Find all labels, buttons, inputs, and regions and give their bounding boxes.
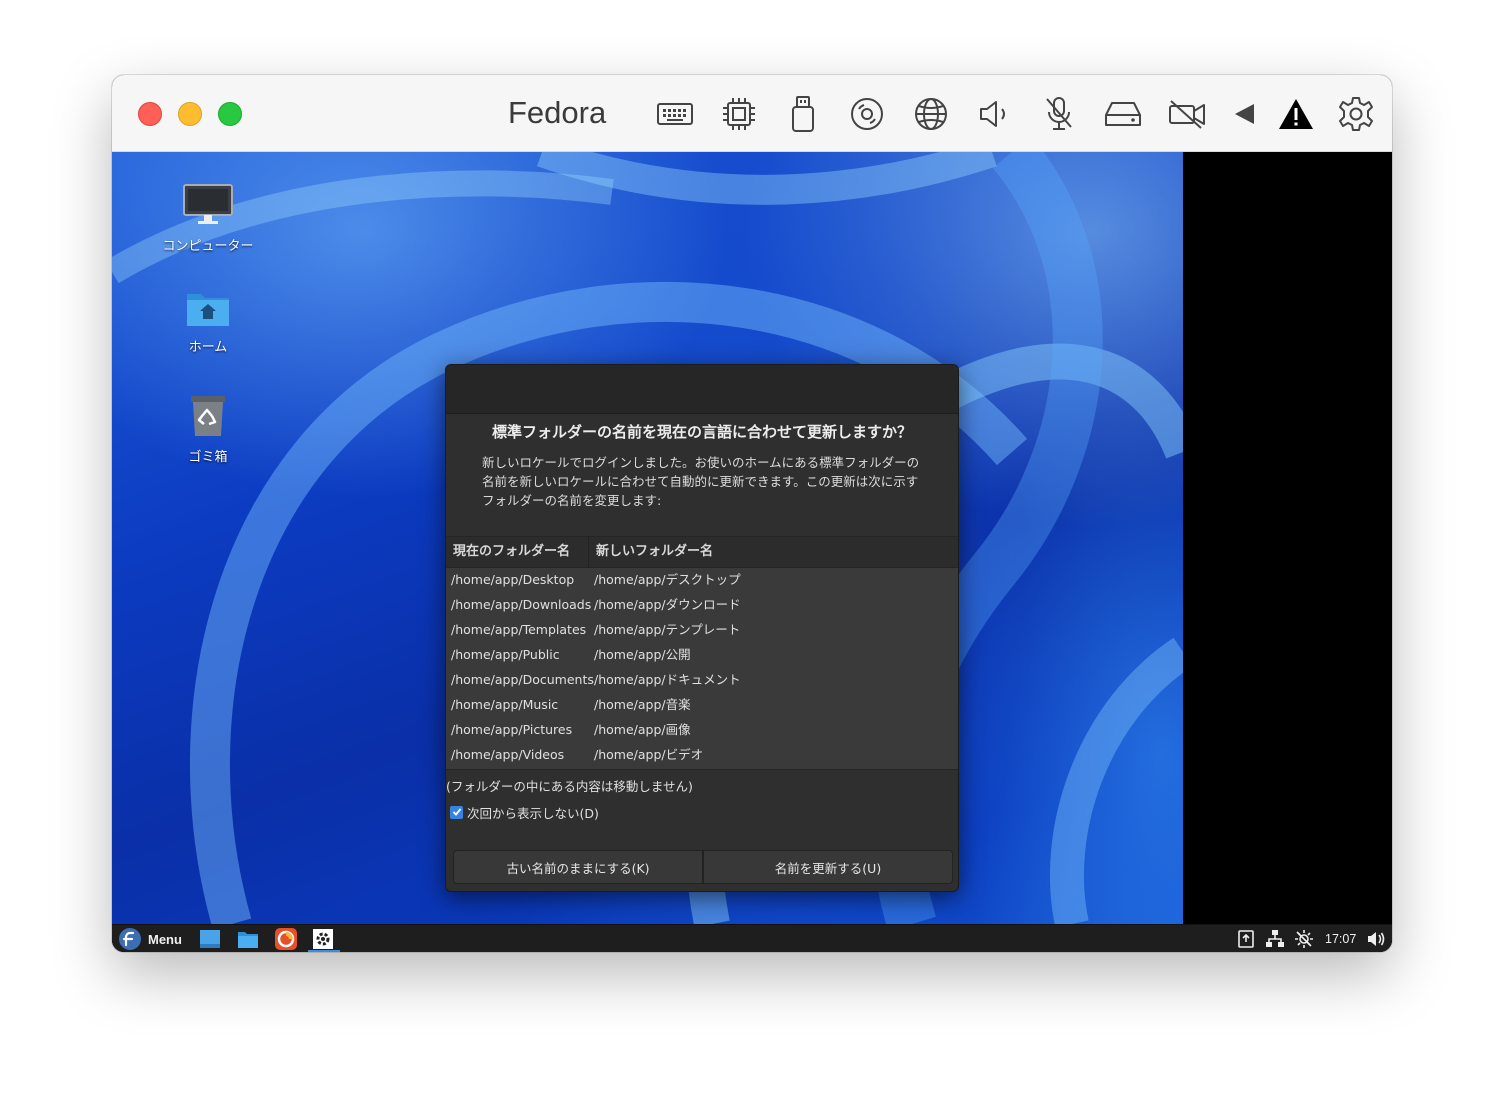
- new-folder-cell: /home/app/公開: [594, 647, 691, 662]
- current-folder-cell: /home/app/Pictures: [451, 722, 573, 737]
- current-folder-cell: /home/app/Downloads: [451, 597, 592, 612]
- folder-icon: [238, 932, 258, 948]
- speaker-icon[interactable]: [976, 95, 1014, 133]
- globe-icon[interactable]: [912, 95, 950, 133]
- update-names-button[interactable]: 名前を更新する(U): [703, 850, 953, 884]
- desktop-icon-label: ゴミ箱: [188, 450, 228, 465]
- folder-rename-table: 現在のフォルダー名 新しいフォルダー名 /home/app/Desktop/ho…: [446, 536, 958, 770]
- desktop-icon: [200, 930, 220, 948]
- table-row[interactable]: /home/app/Templates/home/app/テンプレート: [446, 617, 958, 642]
- table-row[interactable]: /home/app/Pictures/home/app/画像: [446, 717, 958, 742]
- table-row[interactable]: /home/app/Downloads/home/app/ダウンロード: [446, 592, 958, 617]
- clock[interactable]: 17:07: [1325, 925, 1356, 952]
- current-folder-cell: /home/app/Templates: [451, 622, 587, 637]
- vm-screen: コンピューター ホーム ゴミ箱 標準フォルダーの名前を現在の言語に合わせて更新し…: [112, 152, 1392, 952]
- dialog-description-line: 名前を新しいロケールに合わせて自動的に更新できます。この更新は次に示す: [482, 474, 919, 489]
- menu-button[interactable]: Menu: [118, 925, 182, 952]
- rename-folders-dialog: 標準フォルダーの名前を現在の言語に合わせて更新しますか？ 新しいロケールでログイ…: [445, 364, 959, 892]
- current-folder-cell: /home/app/Desktop: [451, 572, 575, 587]
- new-folder-cell: /home/app/テンプレート: [594, 622, 741, 637]
- current-folder-cell: /home/app/Documents: [451, 672, 594, 687]
- camera-off-icon[interactable]: [1168, 95, 1206, 133]
- table-row[interactable]: /home/app/Documents/home/app/ドキュメント: [446, 667, 958, 692]
- desktop-wallpaper: コンピューター ホーム ゴミ箱 標準フォルダーの名前を現在の言語に合わせて更新し…: [112, 152, 1183, 924]
- close-window-button[interactable]: [138, 102, 162, 126]
- new-folder-cell: /home/app/画像: [594, 722, 691, 737]
- brightness-tray-icon[interactable]: [1295, 925, 1313, 952]
- usb-icon[interactable]: [784, 95, 822, 133]
- desktop-icon-computer[interactable]: コンピューター: [153, 183, 263, 254]
- monitor-icon: [183, 184, 233, 224]
- active-task-indicator: [308, 950, 340, 952]
- dialog-description-line: 新しいロケールでログインしました。お使いのホームにある標準フォルダーの: [482, 455, 920, 470]
- desktop-icon-home[interactable]: ホーム: [153, 290, 263, 355]
- table-row[interactable]: /home/app/Public/home/app/公開: [446, 642, 958, 667]
- current-folder-cell: /home/app/Videos: [451, 747, 565, 762]
- dialog-description: 新しいロケールでログインしました。お使いのホームにある標準フォルダーの 名前を新…: [482, 453, 932, 510]
- trash-icon: [191, 396, 225, 436]
- new-folder-cell: /home/app/ダウンロード: [594, 597, 741, 612]
- settings-task-button[interactable]: [313, 925, 333, 952]
- table-row[interactable]: /home/app/Videos/home/app/ビデオ: [446, 742, 958, 767]
- cpu-icon[interactable]: [720, 95, 758, 133]
- table-header: 現在のフォルダー名 新しいフォルダー名: [446, 537, 958, 568]
- new-folder-cell: /home/app/音楽: [594, 697, 691, 712]
- table-row[interactable]: /home/app/Music/home/app/音楽: [446, 692, 958, 717]
- firefox-icon: [275, 928, 297, 950]
- dialog-description-line: フォルダーの名前を変更します:: [482, 493, 662, 508]
- firefox-launcher[interactable]: [275, 925, 297, 952]
- home-folder-icon: [187, 294, 229, 326]
- new-folder-cell: /home/app/ドキュメント: [594, 672, 741, 687]
- desktop-icon-trash[interactable]: ゴミ箱: [153, 392, 263, 465]
- gear-icon[interactable]: [1337, 95, 1375, 133]
- dont-show-again-checkbox[interactable]: 次回から表示しない(D): [450, 803, 599, 821]
- checkbox-label[interactable]: 次回から表示しない(D): [467, 803, 599, 822]
- show-desktop-launcher[interactable]: [200, 925, 220, 952]
- column-divider: [588, 537, 589, 567]
- vm-window: Fedora コンピューター ホーム ゴミ箱 標準フォルダーの名前を現在の言語に…: [112, 75, 1392, 952]
- fedora-logo-icon: [119, 928, 141, 950]
- current-folder-cell: /home/app/Music: [451, 697, 559, 712]
- desktop-icon-label: コンピューター: [162, 239, 254, 254]
- settings-app-icon: [313, 929, 333, 949]
- taskbar: Menu 17:07: [112, 924, 1392, 952]
- table-row[interactable]: /home/app/Desktop/home/app/デスクトップ: [446, 567, 958, 592]
- dialog-note: (フォルダーの中にある内容は移動しません): [446, 779, 693, 794]
- menu-label[interactable]: Menu: [148, 932, 182, 947]
- back-arrow-icon[interactable]: [1226, 95, 1264, 133]
- column-header-current[interactable]: 現在のフォルダー名: [453, 537, 570, 567]
- current-folder-cell: /home/app/Public: [451, 647, 560, 662]
- new-folder-cell: /home/app/ビデオ: [594, 747, 704, 762]
- microphone-muted-icon[interactable]: [1040, 95, 1078, 133]
- window-title: Fedora: [508, 95, 607, 130]
- minimize-window-button[interactable]: [178, 102, 202, 126]
- disc-icon[interactable]: [848, 95, 886, 133]
- title-bar: Fedora: [112, 75, 1392, 152]
- network-tray-icon[interactable]: [1266, 925, 1284, 952]
- maximize-window-button[interactable]: [218, 102, 242, 126]
- checkbox-checked-icon[interactable]: [450, 805, 463, 819]
- warning-icon[interactable]: [1277, 95, 1315, 133]
- column-header-new[interactable]: 新しいフォルダー名: [596, 537, 713, 567]
- dialog-title: 標準フォルダーの名前を現在の言語に合わせて更新しますか？: [491, 423, 912, 441]
- new-folder-cell: /home/app/デスクトップ: [594, 572, 741, 587]
- clipboard-tray-icon[interactable]: [1238, 925, 1254, 952]
- desktop-icon-label: ホーム: [188, 340, 228, 355]
- dialog-header-bar: [446, 365, 958, 414]
- drive-icon[interactable]: [1104, 95, 1142, 133]
- keep-old-names-button[interactable]: 古い名前のままにする(K): [453, 850, 703, 884]
- keyboard-icon[interactable]: [656, 95, 694, 133]
- file-manager-launcher[interactable]: [238, 925, 258, 952]
- volume-tray-icon[interactable]: [1367, 925, 1385, 952]
